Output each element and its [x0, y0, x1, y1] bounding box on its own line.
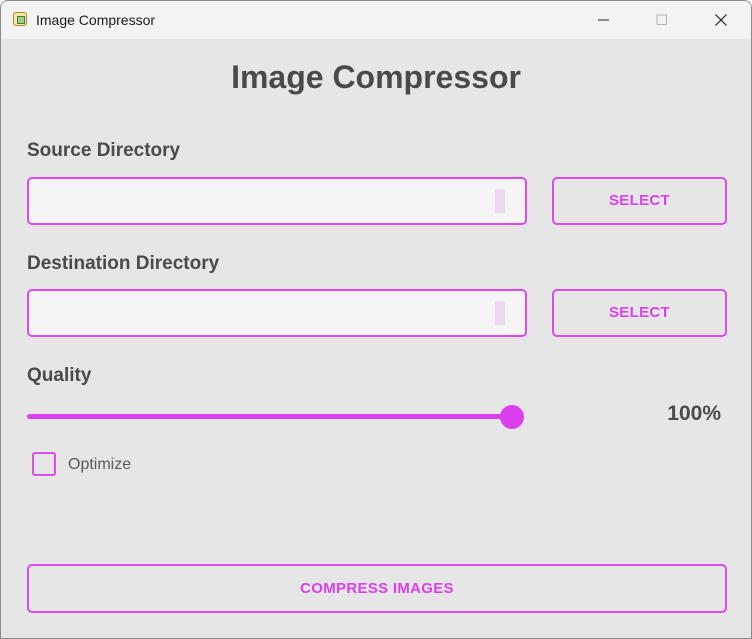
optimize-checkbox[interactable]	[32, 452, 56, 476]
destination-directory-label: Destination Directory	[27, 253, 220, 274]
source-directory-input[interactable]	[27, 177, 527, 225]
maximize-button[interactable]	[633, 1, 691, 39]
close-icon	[715, 14, 727, 26]
maximize-icon	[656, 14, 667, 25]
app-window: Image Compressor Image Compressor Source…	[0, 0, 752, 639]
optimize-label[interactable]: Optimize	[68, 455, 131, 475]
page-title: Image Compressor	[231, 59, 521, 95]
destination-field-cursor	[495, 301, 505, 325]
app-icon	[13, 12, 27, 26]
quality-slider-thumb[interactable]	[500, 405, 524, 429]
quality-slider-track[interactable]	[27, 414, 512, 419]
source-directory-label: Source Directory	[27, 140, 181, 161]
quality-label: Quality	[27, 365, 92, 386]
destination-directory-input[interactable]	[27, 289, 527, 337]
source-field-cursor	[495, 189, 505, 213]
source-select-button[interactable]: SELECT	[552, 177, 727, 225]
title-bar[interactable]: Image Compressor	[1, 1, 751, 39]
destination-select-button[interactable]: SELECT	[552, 289, 727, 337]
minimize-button[interactable]	[575, 1, 633, 39]
compress-images-button[interactable]: COMPRESS IMAGES	[27, 564, 727, 613]
window-title: Image Compressor	[36, 12, 156, 28]
quality-value: 100%	[667, 402, 721, 425]
main-content: Image Compressor Source Directory SELECT…	[1, 39, 751, 638]
minimize-icon	[598, 19, 609, 21]
close-button[interactable]	[692, 1, 750, 39]
